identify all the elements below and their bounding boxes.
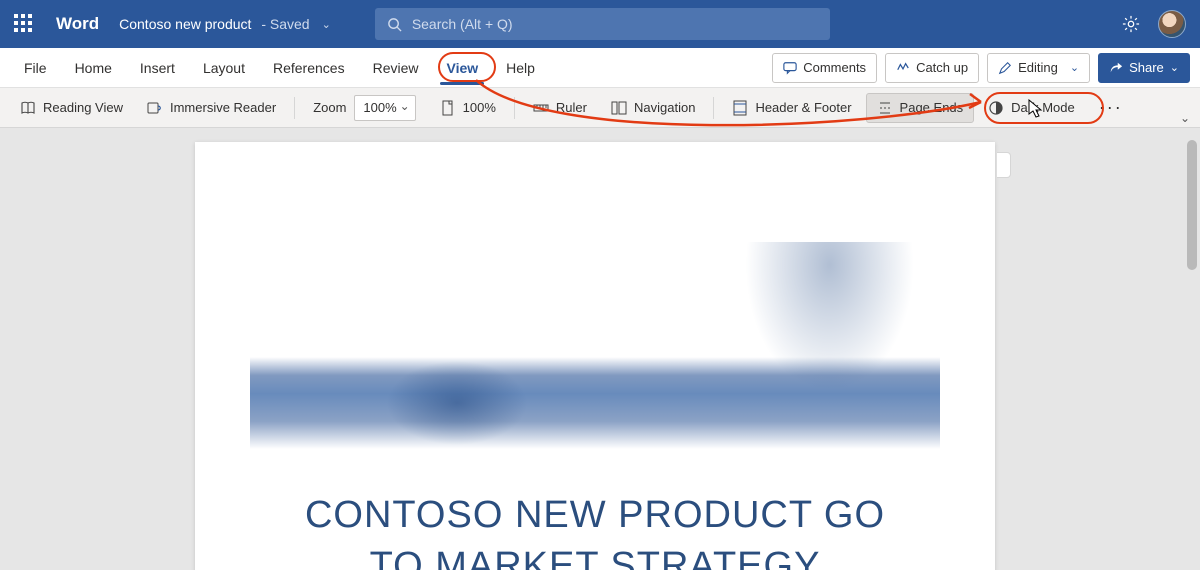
page-ends-icon [877, 100, 893, 116]
chevron-down-icon[interactable]: ⌄ [322, 18, 331, 31]
menubar: FileHomeInsertLayoutReferencesReviewView… [0, 48, 1200, 88]
more-commands-button[interactable]: ··· [1089, 97, 1133, 118]
comment-icon [783, 61, 797, 75]
page[interactable]: CONTOSO NEW PRODUCT GO TO MARKET STRATEG… [195, 142, 995, 570]
hero-image [250, 242, 940, 472]
book-icon [20, 100, 36, 116]
user-avatar[interactable] [1158, 10, 1186, 38]
zoom-control: Zoom 100% [303, 93, 425, 123]
document-canvas[interactable]: CONTOSO NEW PRODUCT GO TO MARKET STRATEG… [0, 128, 1200, 570]
chevron-down-icon: ⌄ [1170, 61, 1179, 74]
share-icon [1109, 61, 1123, 75]
ruler-button[interactable]: Ruler [523, 93, 597, 123]
ribbon-view: Reading View Immersive Reader Zoom 100% … [0, 88, 1200, 128]
zoom-select[interactable]: 100% [354, 95, 415, 121]
scrollbar-thumb[interactable] [1187, 140, 1197, 270]
editing-mode-button[interactable]: Editing ⌄ [987, 53, 1090, 83]
share-button[interactable]: Share ⌄ [1098, 53, 1190, 83]
comments-button[interactable]: Comments [772, 53, 877, 83]
document-heading: CONTOSO NEW PRODUCT GO TO MARKET STRATEG… [250, 490, 940, 570]
menu-tab-references[interactable]: References [259, 48, 359, 87]
page-side-tab[interactable] [997, 152, 1011, 178]
chevron-down-icon: ⌄ [1070, 61, 1079, 74]
header-footer-icon [732, 100, 748, 116]
immersive-reader-button[interactable]: Immersive Reader [137, 93, 286, 123]
zoom-100-button[interactable]: 100% [430, 93, 506, 123]
search-input[interactable]: Search (Alt + Q) [375, 8, 830, 40]
catchup-icon [896, 61, 910, 75]
app-name: Word [56, 14, 99, 34]
menu-tab-view[interactable]: View [432, 48, 492, 87]
menu-tab-review[interactable]: Review [359, 48, 433, 87]
search-icon [387, 17, 402, 32]
page-icon [440, 100, 456, 116]
navigation-icon [611, 100, 627, 116]
navigation-button[interactable]: Navigation [601, 93, 705, 123]
catchup-button[interactable]: Catch up [885, 53, 979, 83]
document-title[interactable]: Contoso new product - Saved ⌄ [119, 16, 331, 32]
page-ends-button[interactable]: Page Ends [866, 93, 975, 123]
reading-view-button[interactable]: Reading View [10, 93, 133, 123]
app-launcher-icon[interactable] [14, 14, 34, 34]
settings-gear-icon[interactable] [1122, 15, 1140, 33]
menu-tab-file[interactable]: File [10, 48, 61, 87]
menu-tab-layout[interactable]: Layout [189, 48, 259, 87]
dark-mode-button[interactable]: Dark Mode [978, 93, 1085, 123]
collapse-ribbon-icon[interactable]: ⌄ [1180, 111, 1190, 125]
immersive-icon [147, 100, 163, 116]
menu-tab-insert[interactable]: Insert [126, 48, 189, 87]
header-footer-button[interactable]: Header & Footer [722, 93, 861, 123]
search-placeholder: Search (Alt + Q) [412, 16, 513, 32]
dark-mode-icon [988, 100, 1004, 116]
doc-name: Contoso new product [119, 16, 251, 32]
pencil-icon [998, 61, 1012, 75]
titlebar: Word Contoso new product - Saved ⌄ Searc… [0, 0, 1200, 48]
ruler-icon [533, 100, 549, 116]
save-status: - Saved [257, 16, 309, 32]
menu-tab-help[interactable]: Help [492, 48, 549, 87]
menu-tab-home[interactable]: Home [61, 48, 126, 87]
